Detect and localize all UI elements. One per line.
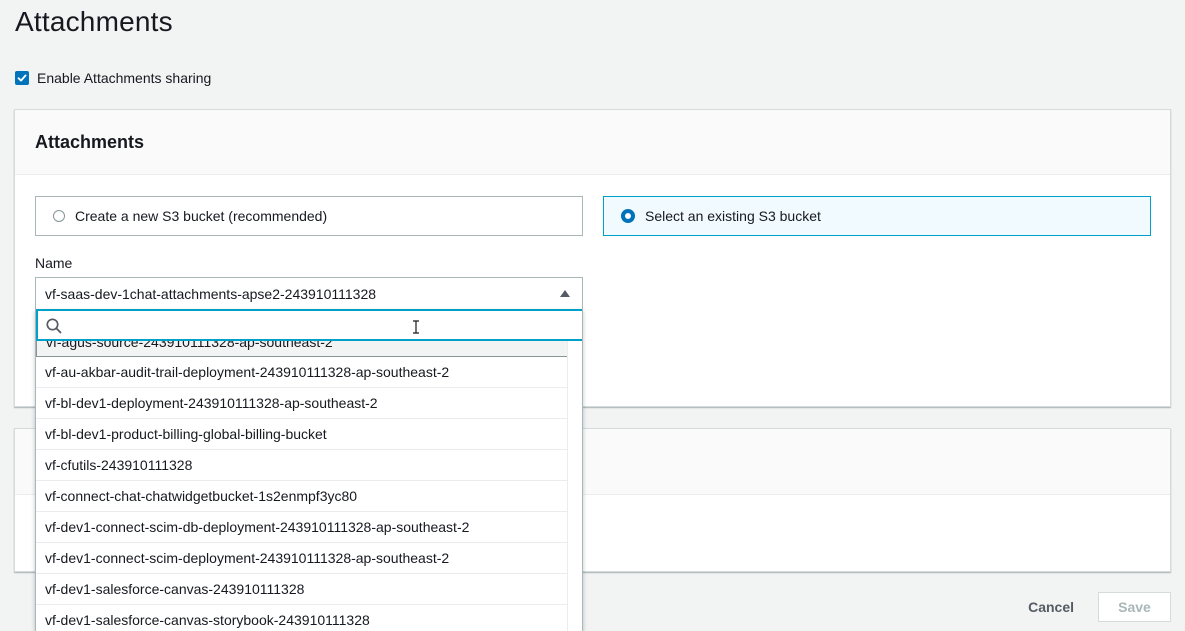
check-icon (17, 74, 27, 82)
text-cursor-icon (413, 320, 419, 334)
select-existing-bucket-radio[interactable] (621, 209, 635, 223)
dropdown-scrollbar[interactable] (567, 341, 582, 631)
list-item[interactable]: vf-dev1-connect-scim-deployment-24391011… (36, 543, 569, 574)
select-existing-bucket-tile[interactable]: Select an existing S3 bucket (603, 196, 1151, 236)
list-item[interactable]: vf-bl-dev1-deployment-243910111328-ap-so… (36, 388, 569, 419)
bucket-dropdown: vf-agus-source-243910111328-ap-southeast… (35, 309, 583, 631)
bucket-name-select[interactable]: vf-saas-dev-1chat-attachments-apse2-2439… (35, 277, 583, 309)
enable-sharing-checkbox[interactable] (15, 71, 29, 85)
list-item[interactable]: vf-au-akbar-audit-trail-deployment-24391… (36, 357, 569, 388)
list-item[interactable]: vf-cfutils-243910111328 (36, 450, 569, 481)
enable-sharing-label: Enable Attachments sharing (37, 70, 212, 86)
list-item[interactable]: vf-connect-chat-chatwidgetbucket-1s2enmp… (36, 481, 569, 512)
panel-title: Attachments (35, 132, 145, 152)
cancel-button[interactable]: Cancel (1018, 593, 1084, 621)
create-new-bucket-radio[interactable] (53, 210, 65, 222)
enable-sharing-row[interactable]: Enable Attachments sharing (15, 70, 211, 86)
bucket-name-value: vf-saas-dev-1chat-attachments-apse2-2439… (45, 285, 377, 302)
page-title: Attachments (15, 6, 173, 37)
name-label: Name (35, 255, 73, 271)
select-existing-bucket-label: Select an existing S3 bucket (645, 208, 821, 224)
list-item[interactable]: vf-dev1-salesforce-canvas-storybook-2439… (36, 605, 569, 631)
caret-up-icon[interactable] (560, 290, 570, 297)
list-item[interactable]: vf-bl-dev1-product-billing-global-billin… (36, 419, 569, 450)
create-new-bucket-tile[interactable]: Create a new S3 bucket (recommended) (35, 196, 583, 236)
bucket-options-list: vf-agus-source-243910111328-ap-southeast… (36, 326, 569, 631)
bucket-search-input[interactable] (68, 313, 542, 339)
search-icon (46, 318, 62, 334)
list-item[interactable]: vf-dev1-salesforce-canvas-243910111328 (36, 574, 569, 605)
attachments-page: Attachments Enable Attachments sharing A… (0, 0, 1185, 631)
create-new-bucket-label: Create a new S3 bucket (recommended) (75, 208, 328, 224)
save-button[interactable]: Save (1098, 592, 1171, 622)
panel-header: Attachments (15, 110, 1170, 175)
list-item[interactable]: vf-dev1-connect-scim-db-deployment-24391… (36, 512, 569, 543)
form-footer: Cancel Save (1018, 592, 1171, 622)
bucket-search-box[interactable] (36, 309, 582, 341)
